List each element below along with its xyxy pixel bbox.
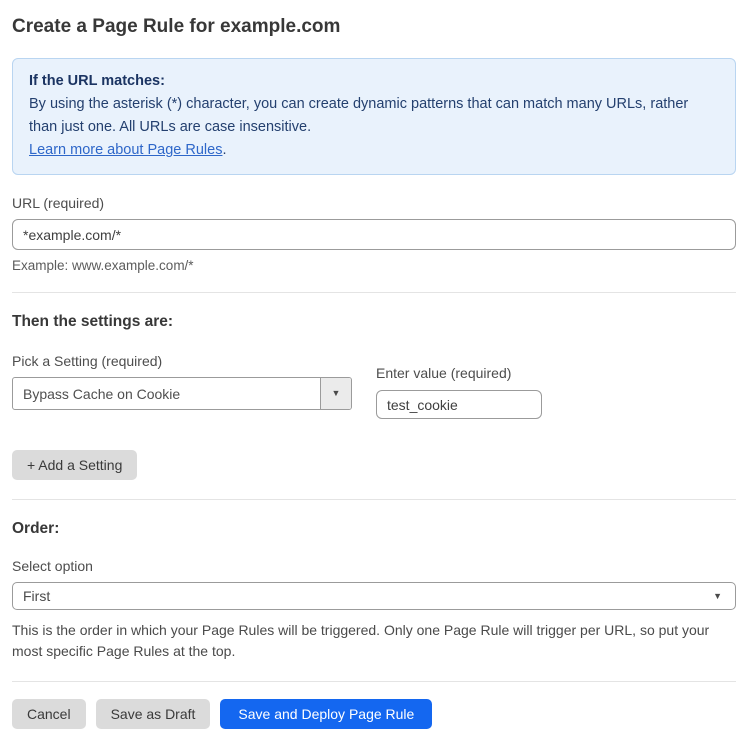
order-select-value: First <box>13 588 713 604</box>
url-input[interactable] <box>12 219 736 250</box>
divider <box>12 292 736 293</box>
order-section-heading: Order: <box>12 520 736 538</box>
chevron-down-icon: ▼ <box>332 389 341 398</box>
divider <box>12 681 736 682</box>
divider <box>12 499 736 500</box>
form-actions: Cancel Save as Draft Save and Deploy Pag… <box>12 699 736 729</box>
value-input-label: Enter value (required) <box>376 365 542 381</box>
setting-select-label: Pick a Setting (required) <box>12 353 352 369</box>
settings-section-heading: Then the settings are: <box>12 313 736 331</box>
add-setting-button[interactable]: + Add a Setting <box>12 450 137 480</box>
setting-select-value: Bypass Cache on Cookie <box>13 386 320 402</box>
cancel-button[interactable]: Cancel <box>12 699 86 729</box>
settings-row: Pick a Setting (required) Bypass Cache o… <box>12 331 736 419</box>
setting-select-column: Pick a Setting (required) Bypass Cache o… <box>12 331 352 410</box>
setting-value-input[interactable] <box>376 390 542 419</box>
order-select-label: Select option <box>12 558 736 574</box>
page-title: Create a Page Rule for example.com <box>12 14 736 40</box>
info-box-link-line: Learn more about Page Rules. <box>29 139 719 162</box>
order-select[interactable]: First ▼ <box>12 582 736 610</box>
link-suffix: . <box>222 142 226 158</box>
order-help-text: This is the order in which your Page Rul… <box>12 620 736 662</box>
learn-more-link[interactable]: Learn more about Page Rules <box>29 142 222 158</box>
save-and-deploy-button[interactable]: Save and Deploy Page Rule <box>220 699 432 729</box>
info-box-heading: If the URL matches: <box>29 70 719 93</box>
url-field-label: URL (required) <box>12 195 736 211</box>
setting-value-column: Enter value (required) <box>376 331 542 419</box>
setting-select[interactable]: Bypass Cache on Cookie ▼ <box>12 377 352 410</box>
setting-select-arrow-button[interactable]: ▼ <box>320 378 351 409</box>
chevron-down-icon: ▼ <box>713 592 722 601</box>
save-as-draft-button[interactable]: Save as Draft <box>96 699 211 729</box>
url-matches-info-box: If the URL matches: By using the asteris… <box>12 58 736 175</box>
url-example-hint: Example: www.example.com/* <box>12 258 736 273</box>
info-box-body: By using the asterisk (*) character, you… <box>29 93 719 139</box>
